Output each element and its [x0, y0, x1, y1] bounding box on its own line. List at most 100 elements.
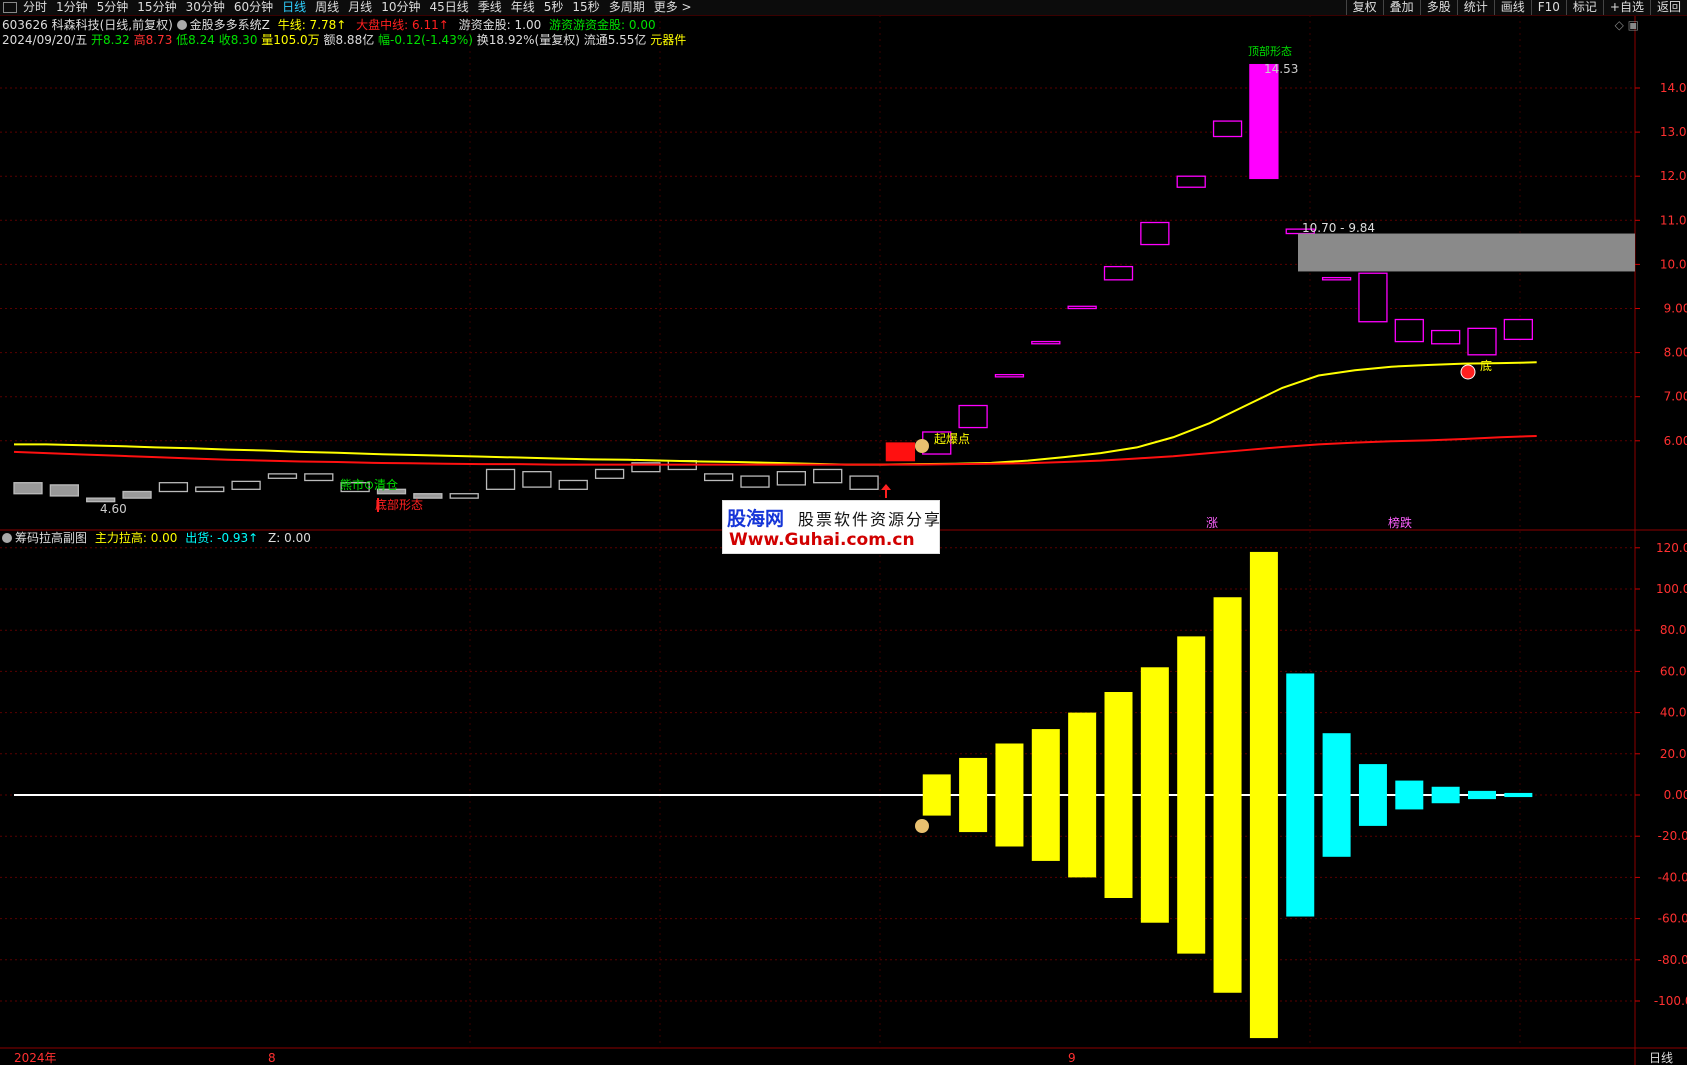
bottom-marker-icon [1460, 364, 1476, 380]
menu-item-3[interactable]: 统计 [1456, 0, 1494, 15]
candle [1503, 318, 1533, 341]
ship-bar [1286, 673, 1315, 917]
x-axis-label: 9 [1068, 1051, 1076, 1065]
candle [558, 479, 588, 490]
market-line-value: 大盘中线: 6.11↑ [356, 18, 449, 32]
period-tab-14[interactable]: 15秒 [572, 0, 599, 15]
period-toolbar: 分时 1分钟 5分钟 15分钟 30分钟 60分钟 日线 周线 月线 10分钟 45日线 季线 年线 5秒… [0, 0, 1687, 16]
right-menu: 复权 叠加 多股 统计 画线 F10 标记 +自选 返回 [1345, 0, 1687, 15]
quote-change: 幅-0.12(-1.43%) [378, 33, 473, 47]
period-tab-0[interactable]: 分时 [23, 0, 47, 15]
candle [485, 468, 516, 490]
candle [849, 475, 879, 490]
period-tab-4[interactable]: 30分钟 [186, 0, 225, 15]
menu-item-1[interactable]: 叠加 [1382, 0, 1420, 15]
zhang-label: 涨 [1206, 515, 1218, 530]
period-tag: 日线 [1649, 1051, 1673, 1065]
x-axis-label: 8 [268, 1051, 276, 1065]
lift-bar [1249, 551, 1278, 1039]
candle [1212, 120, 1243, 138]
candle [704, 473, 734, 482]
sub-tick-label: 20.00 [1660, 747, 1687, 761]
period-tab-6[interactable]: 日线 [282, 0, 306, 15]
candle [267, 473, 298, 479]
low-price-label: 4.60 [100, 502, 127, 516]
ship-bar [1395, 780, 1424, 810]
candle [122, 490, 152, 499]
period-tab-5[interactable]: 60分钟 [234, 0, 273, 15]
candle [1140, 221, 1170, 246]
menu-item-6[interactable]: 标记 [1565, 0, 1603, 15]
sub-tick-label: 40.00 [1660, 706, 1687, 720]
period-tab-12[interactable]: 年线 [511, 0, 535, 15]
sub-tick-label: -60.00 [1658, 912, 1687, 926]
ship-bar [1358, 764, 1387, 826]
quote-line: 2024/09/20/五 开8.32 高8.73 低8.24 收8.30 量10… [2, 33, 686, 48]
candle [1031, 340, 1061, 345]
period-tab-16[interactable]: 更多 > [654, 0, 692, 15]
quote-amount: 额8.88亿 [323, 33, 375, 47]
ship-bar [1468, 790, 1496, 800]
range-box [1298, 233, 1635, 272]
hot-capital-value: 游资游资金股: 0.00 [549, 18, 656, 32]
lift-value: 主力拉高: 0.00 [94, 531, 178, 545]
sub-tick-label: -20.00 [1658, 829, 1687, 843]
menu-item-7[interactable]: +自选 [1602, 0, 1650, 15]
quote-open: 开8.32 [91, 33, 130, 47]
sub-settings-icon[interactable] [2, 533, 12, 543]
sub-chart-name[interactable]: 筹码拉高副图 [15, 531, 87, 545]
period-tab-13[interactable]: 5秒 [544, 0, 564, 15]
candle [1249, 63, 1279, 180]
lift-bar [1104, 692, 1133, 898]
candle [1176, 175, 1206, 188]
menu-item-5[interactable]: F10 [1530, 0, 1566, 15]
quote-date: 2024/09/20/五 [2, 33, 88, 47]
launch-label: 起爆点 [934, 432, 970, 446]
sub-tick-label: -100.00 [1654, 994, 1687, 1008]
logo-slogan: 股票软件资源分享 [798, 510, 943, 529]
main-tick-label: 9.00 [1664, 302, 1687, 316]
panel-toggle-icons[interactable]: ◇ ▣ [1615, 18, 1639, 32]
logo-url: Www.Guhai.com.cn [729, 530, 915, 550]
sub-tick-label: 0.00 [1664, 788, 1687, 802]
bull-line [14, 361, 1537, 466]
indicator-settings-icon[interactable] [176, 20, 187, 30]
period-tab-15[interactable]: 多周期 [609, 0, 645, 15]
main-tick-label: 7.00 [1664, 390, 1687, 404]
period-tab-10[interactable]: 45日线 [429, 0, 468, 15]
candle [885, 442, 916, 462]
menu-item-4[interactable]: 画线 [1493, 0, 1531, 15]
menu-item-2[interactable]: 多股 [1419, 0, 1457, 15]
period-tab-11[interactable]: 季线 [478, 0, 502, 15]
sub-tick-label: 100.00 [1656, 582, 1687, 596]
window-menu-icon[interactable] [3, 2, 17, 13]
candle [449, 493, 479, 499]
sub-tick-label: 120.00 [1656, 541, 1687, 555]
period-tab-1[interactable]: 1分钟 [56, 0, 88, 15]
quote-close: 收8.30 [218, 33, 258, 47]
candle [958, 404, 988, 429]
indicator-name[interactable]: 金股多多系统Z [190, 18, 270, 32]
range-label: 10.70 - 9.84 [1302, 221, 1375, 235]
candle [231, 480, 261, 490]
candle [776, 471, 806, 486]
main-tick-label: 11.00 [1660, 213, 1687, 227]
period-tab-8[interactable]: 月线 [348, 0, 372, 15]
candle [522, 471, 552, 488]
top-shape-label: 顶部形态 [1248, 44, 1292, 58]
menu-item-0[interactable]: 复权 [1345, 0, 1383, 15]
period-tab-2[interactable]: 5分钟 [97, 0, 129, 15]
quote-concept[interactable]: 元器件 [650, 33, 686, 47]
candle [740, 475, 770, 488]
menu-item-8[interactable]: 返回 [1649, 0, 1687, 15]
main-tick-label: 13.00 [1660, 125, 1687, 139]
stock-name[interactable]: 603626 科森科技(日线,前复权) [2, 18, 173, 32]
candle [1321, 276, 1352, 281]
main-tick-label: 14.00 [1660, 81, 1687, 95]
period-tab-7[interactable]: 周线 [315, 0, 339, 15]
candle [813, 468, 843, 484]
money-bag-icon [915, 439, 929, 453]
period-tab-3[interactable]: 15分钟 [137, 0, 176, 15]
lift-bar [1031, 729, 1060, 861]
period-tab-9[interactable]: 10分钟 [381, 0, 420, 15]
